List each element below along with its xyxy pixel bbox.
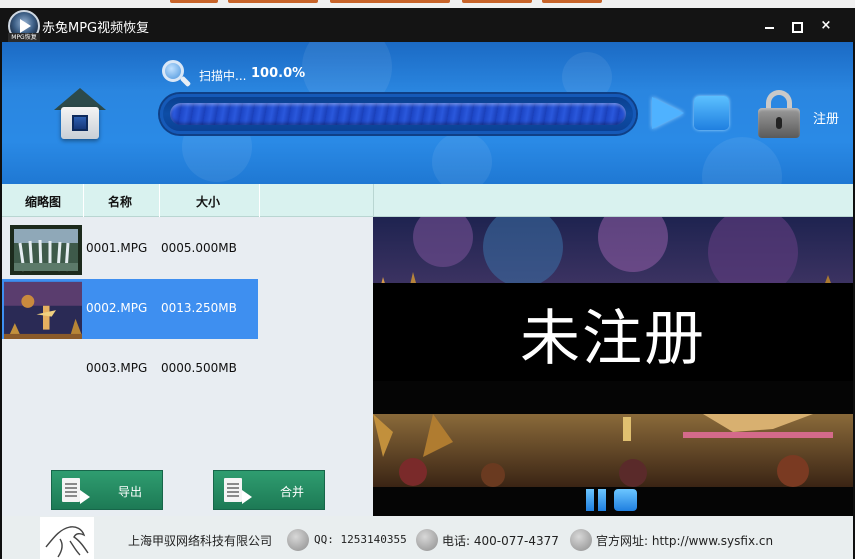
scan-header: 扫描中... 100.0% 注册 [2,42,853,184]
thumbnail-stage [4,281,82,339]
footer-bar: 上海甲驭网络科技有限公司 QQ: 1253140355 电话: 400-077-… [2,516,853,559]
merge-icon [224,478,252,504]
company-horse-logo [40,517,94,559]
preview-header [373,184,853,217]
file-size: 0005.000MB [161,241,237,255]
title-bar[interactable]: MPG恢复 赤兔MPG视频恢复 × [0,0,855,42]
export-button[interactable]: 导出 [51,470,163,510]
file-row[interactable]: 0003.MPG 0000.500MB [2,339,258,399]
file-list-header: 缩略图 名称 大小 [2,184,373,217]
maximize-button[interactable] [786,16,808,36]
website-link[interactable]: 官方网址: http://www.sysfix.cn [596,532,773,549]
file-row-selected[interactable]: 0002.MPG 0013.250MB [2,279,258,339]
column-header-size[interactable]: 大小 [196,193,220,210]
file-size: 0000.500MB [161,361,237,375]
phone-number: 电话: 400-077-4377 [442,534,559,548]
merge-label: 合并 [280,485,305,499]
close-button[interactable]: × [815,16,837,36]
home-button[interactable] [52,86,108,142]
register-link[interactable]: 注册 [813,108,839,127]
app-logo-icon: MPG恢复 [8,10,40,42]
lock-icon[interactable] [758,90,800,138]
file-row[interactable]: 0001.MPG 0005.000MB [2,219,258,279]
scan-status: 扫描中... [199,69,247,83]
thumbnail-waterfall [10,225,82,275]
app-logo-tag: MPG恢复 [8,33,40,42]
merge-button[interactable]: 合并 [213,470,325,510]
globe-icon [570,529,592,551]
app-window: MPG恢复 赤兔MPG视频恢复 × 扫描中... 100.0% 注册 缩略图 名… [0,0,855,559]
column-header-name[interactable]: 名称 [108,193,132,210]
scan-progress-fill [170,103,626,125]
stop-scan-button[interactable] [694,96,729,130]
file-list-panel: 缩略图 名称 大小 0001.MPG 0005.000MB 0002.MPG 0… [2,184,373,516]
scan-progress-bar [160,94,636,134]
company-name: 上海甲驭网络科技有限公司 [128,534,273,548]
export-label: 导出 [118,485,143,499]
scan-percent: 100.0% [251,66,306,81]
phone-icon [416,529,438,551]
background-window-strip [0,0,855,8]
pause-button[interactable] [586,489,608,511]
column-header-thumbnail[interactable]: 缩略图 [25,193,61,210]
start-scan-button[interactable] [650,95,684,131]
video-preview-panel: 未注册 [373,184,853,516]
file-size: 0013.250MB [161,301,237,315]
window-title: 赤兔MPG视频恢复 [42,21,150,36]
unregistered-watermark: 未注册 [520,304,706,374]
file-name: 0002.MPG [86,301,148,315]
export-icon [62,478,90,504]
magnifier-icon [162,60,192,90]
minimize-button[interactable] [759,16,781,36]
file-name: 0003.MPG [86,361,148,375]
qq-number: QQ: 1253140355 [314,533,407,546]
qq-icon [287,529,309,551]
preview-stop-button[interactable] [614,489,637,511]
file-name: 0001.MPG [86,241,148,255]
